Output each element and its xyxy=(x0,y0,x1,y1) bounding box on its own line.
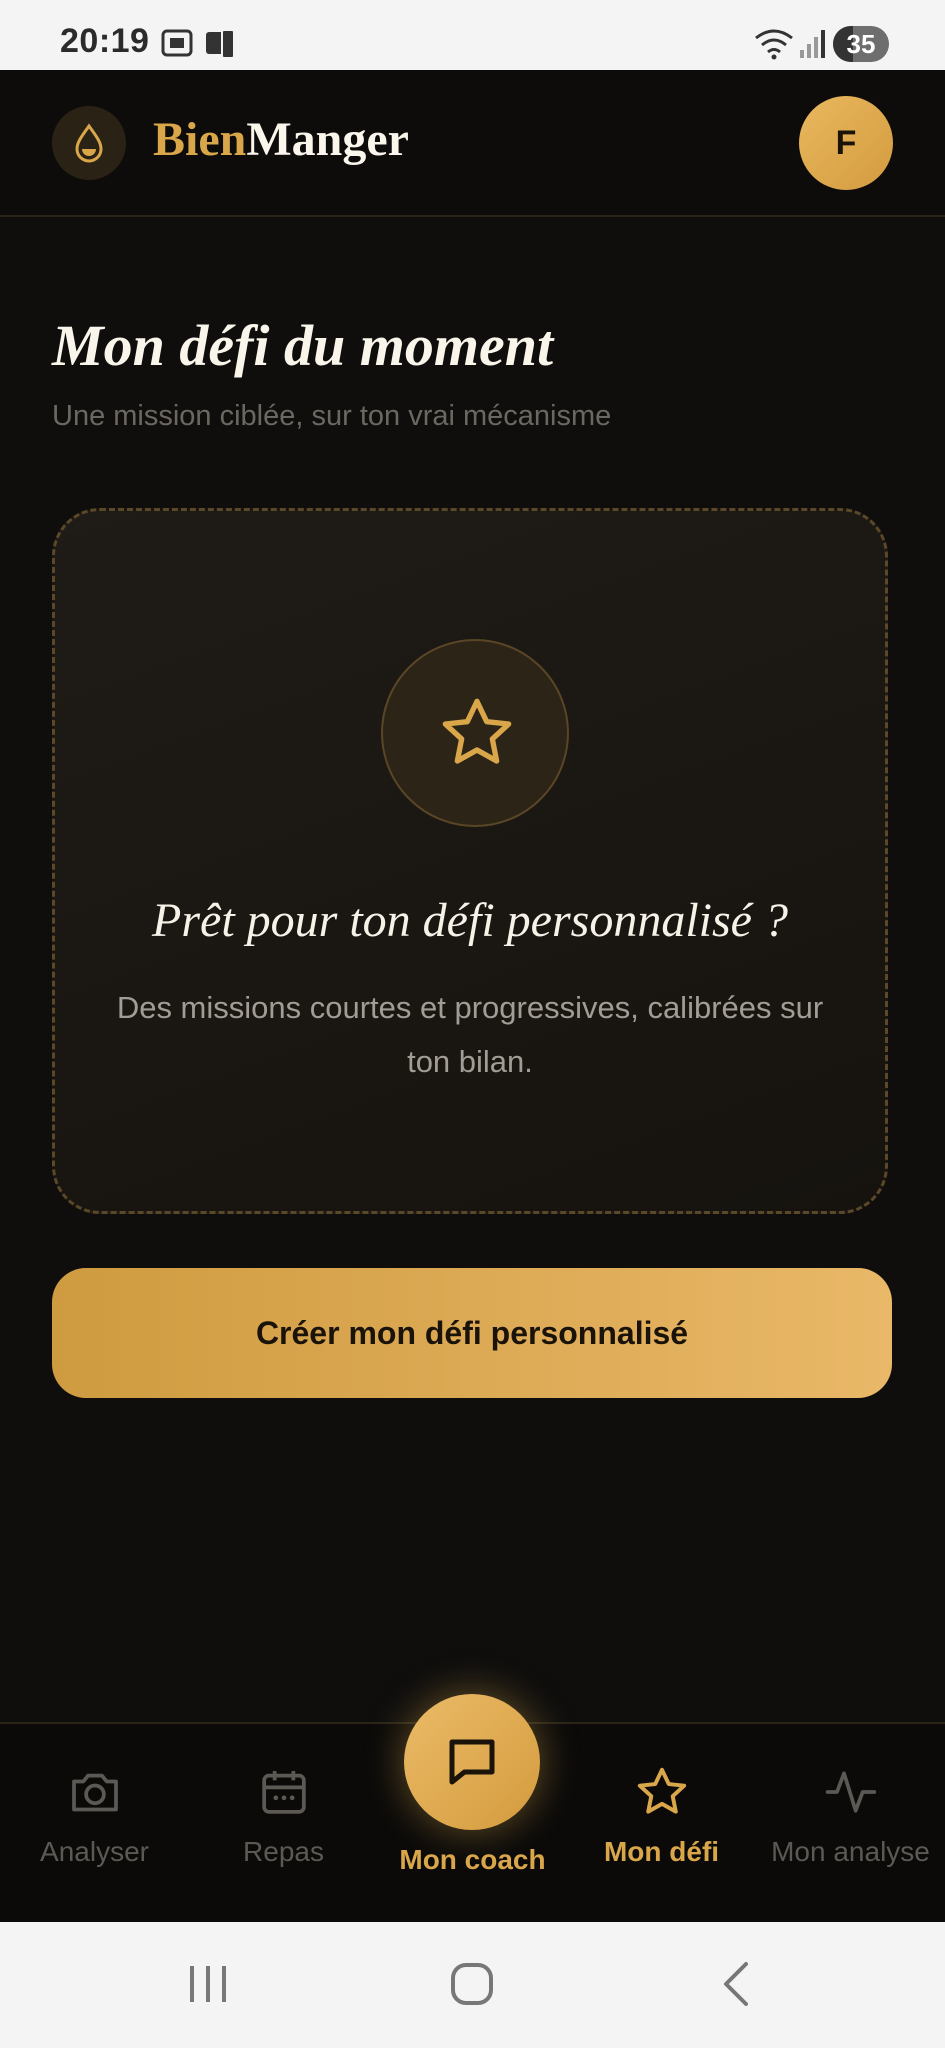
brand-name: BienManger xyxy=(153,112,409,167)
coach-button[interactable] xyxy=(404,1694,540,1830)
calendar-icon xyxy=(262,1771,306,1814)
brand-part-bien: Bien xyxy=(153,113,247,166)
recent-apps-icon[interactable] xyxy=(186,1960,230,2008)
nav-label-analyse: Mon analyse xyxy=(771,1836,930,1867)
app-logo[interactable] xyxy=(52,106,126,180)
nav-item-analyser[interactable]: Analyser xyxy=(0,1724,189,1924)
page-title: Mon défi du moment xyxy=(52,313,554,378)
activity-icon xyxy=(825,1771,877,1813)
nav-label-coach: Mon coach xyxy=(399,1844,546,1875)
signal-icon xyxy=(798,28,826,65)
drop-icon xyxy=(75,123,103,163)
nav-label-repas: Repas xyxy=(243,1836,324,1867)
system-nav-bar xyxy=(0,1922,945,2048)
challenge-card: Prêt pour ton défi personnalisé ? Des mi… xyxy=(52,508,888,1214)
status-time: 20:19 xyxy=(60,22,150,60)
card-text: Des missions courtes et progressives, ca… xyxy=(116,990,824,1079)
card-title: Prêt pour ton défi personnalisé ? xyxy=(152,894,788,947)
device-icon xyxy=(204,28,238,65)
page-subtitle: Une mission ciblée, sur ton vrai mécanis… xyxy=(52,400,612,432)
star-icon xyxy=(442,698,512,764)
screenshot-icon xyxy=(160,28,194,63)
chat-icon xyxy=(449,1739,495,1785)
nav-label-analyser: Analyser xyxy=(40,1836,149,1867)
wifi-icon xyxy=(752,28,796,65)
camera-icon xyxy=(72,1773,118,1812)
status-bar: 20:19 35 xyxy=(0,0,945,70)
nav-item-defi[interactable]: Mon défi xyxy=(567,1724,756,1924)
nav-label-defi: Mon défi xyxy=(603,1836,720,1867)
brand-part-manger: Manger xyxy=(246,113,409,166)
battery-indicator: 35 xyxy=(833,26,889,62)
nav-item-repas[interactable]: Repas xyxy=(189,1724,378,1924)
star-badge xyxy=(381,639,569,827)
create-challenge-button[interactable]: Créer mon défi personnalisé xyxy=(52,1268,892,1398)
nav-item-analyse[interactable]: Mon analyse xyxy=(756,1724,945,1924)
avatar[interactable]: F xyxy=(799,96,893,190)
app-header: BienManger F xyxy=(0,70,945,217)
star-icon xyxy=(637,1767,687,1814)
home-icon[interactable] xyxy=(448,1960,496,2008)
back-icon[interactable] xyxy=(716,1960,756,2008)
